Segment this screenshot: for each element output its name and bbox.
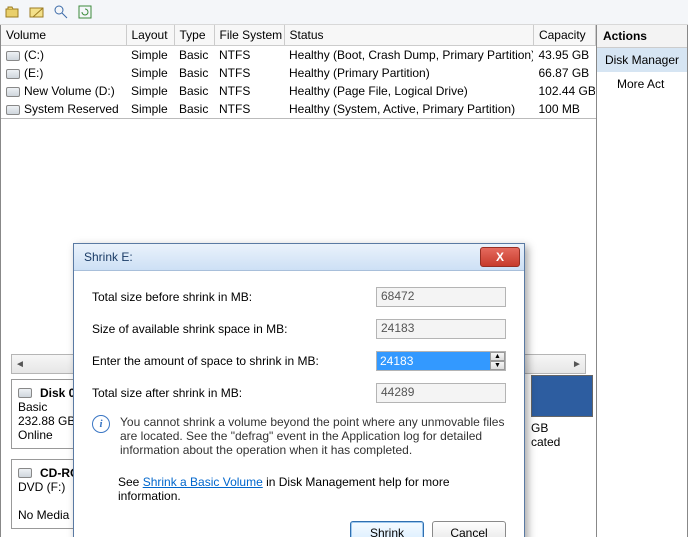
save-icon[interactable] xyxy=(28,3,46,21)
lbl-enter-amount: Enter the amount of space to shrink in M… xyxy=(92,354,376,368)
vol-name: (C:) xyxy=(24,48,44,62)
table-row[interactable]: (C:) Simple Basic NTFS Healthy (Boot, Cr… xyxy=(1,46,595,65)
table-row[interactable]: System Reserved Simple Basic NTFS Health… xyxy=(1,100,595,118)
cdrom-icon xyxy=(18,468,32,478)
col-type[interactable]: Type xyxy=(174,25,214,46)
table-row[interactable]: (E:) Simple Basic NTFS Healthy (Primary … xyxy=(1,64,595,82)
search-icon[interactable] xyxy=(52,3,70,21)
open-icon[interactable] xyxy=(4,3,22,21)
close-button[interactable]: X xyxy=(480,247,520,267)
drive-icon xyxy=(6,105,20,115)
action-disk-management[interactable]: Disk Manager xyxy=(597,48,687,72)
lbl-available: Size of available shrink space in MB: xyxy=(92,322,376,336)
val-total-before: 68472 xyxy=(376,287,506,307)
col-capacity[interactable]: Capacity xyxy=(533,25,595,46)
drive-icon xyxy=(6,69,20,79)
val-available: 24183 xyxy=(376,319,506,339)
dialog-titlebar[interactable]: Shrink E: X xyxy=(74,244,524,271)
scroll-left-icon[interactable]: ◄ xyxy=(12,359,28,370)
actions-pane: Actions Disk Manager More Act xyxy=(597,25,688,537)
disk-icon xyxy=(18,388,32,398)
lbl-total-before: Total size before shrink in MB: xyxy=(92,290,376,304)
vol-name: New Volume (D:) xyxy=(24,84,115,98)
scroll-right-icon[interactable]: ► xyxy=(569,359,585,370)
val-total-after: 44289 xyxy=(376,383,506,403)
spinner-down-icon[interactable]: ▼ xyxy=(490,361,505,370)
spinner-up-icon[interactable]: ▲ xyxy=(490,352,505,361)
partial-partition: GB cated xyxy=(531,375,593,449)
spinner[interactable]: ▲ ▼ xyxy=(490,352,505,370)
vol-name: (E:) xyxy=(24,66,43,80)
shrink-amount-input[interactable]: 24183 ▲ ▼ xyxy=(376,351,506,371)
refresh-icon[interactable] xyxy=(76,3,94,21)
help-link[interactable]: Shrink a Basic Volume xyxy=(143,475,263,489)
shrink-dialog: Shrink E: X Total size before shrink in … xyxy=(73,243,525,537)
dialog-title: Shrink E: xyxy=(84,250,480,264)
action-more[interactable]: More Act xyxy=(597,72,687,96)
dialog-see-also: See Shrink a Basic Volume in Disk Manage… xyxy=(118,475,506,503)
col-fs[interactable]: File System xyxy=(214,25,284,46)
toolbar xyxy=(0,0,688,25)
table-row[interactable]: New Volume (D:) Simple Basic NTFS Health… xyxy=(1,82,595,100)
vol-name: System Reserved xyxy=(24,102,119,116)
col-status[interactable]: Status xyxy=(284,25,533,46)
lbl-total-after: Total size after shrink in MB: xyxy=(92,386,376,400)
volume-list: Volume Layout Type File System Status Ca… xyxy=(1,25,596,119)
shrink-button[interactable]: Shrink xyxy=(350,521,424,537)
disk-title: Disk 0 xyxy=(40,386,75,400)
actions-header: Actions xyxy=(597,25,687,48)
col-volume[interactable]: Volume xyxy=(1,25,126,46)
col-layout[interactable]: Layout xyxy=(126,25,174,46)
drive-icon xyxy=(6,87,20,97)
dialog-note: You cannot shrink a volume beyond the po… xyxy=(120,415,506,457)
drive-icon xyxy=(6,51,20,61)
info-icon: i xyxy=(92,415,110,433)
disk-map: ◄ ► Disk 0 Basic 232.88 GB Online CD-ROM… xyxy=(1,119,596,537)
cancel-button[interactable]: Cancel xyxy=(432,521,506,537)
